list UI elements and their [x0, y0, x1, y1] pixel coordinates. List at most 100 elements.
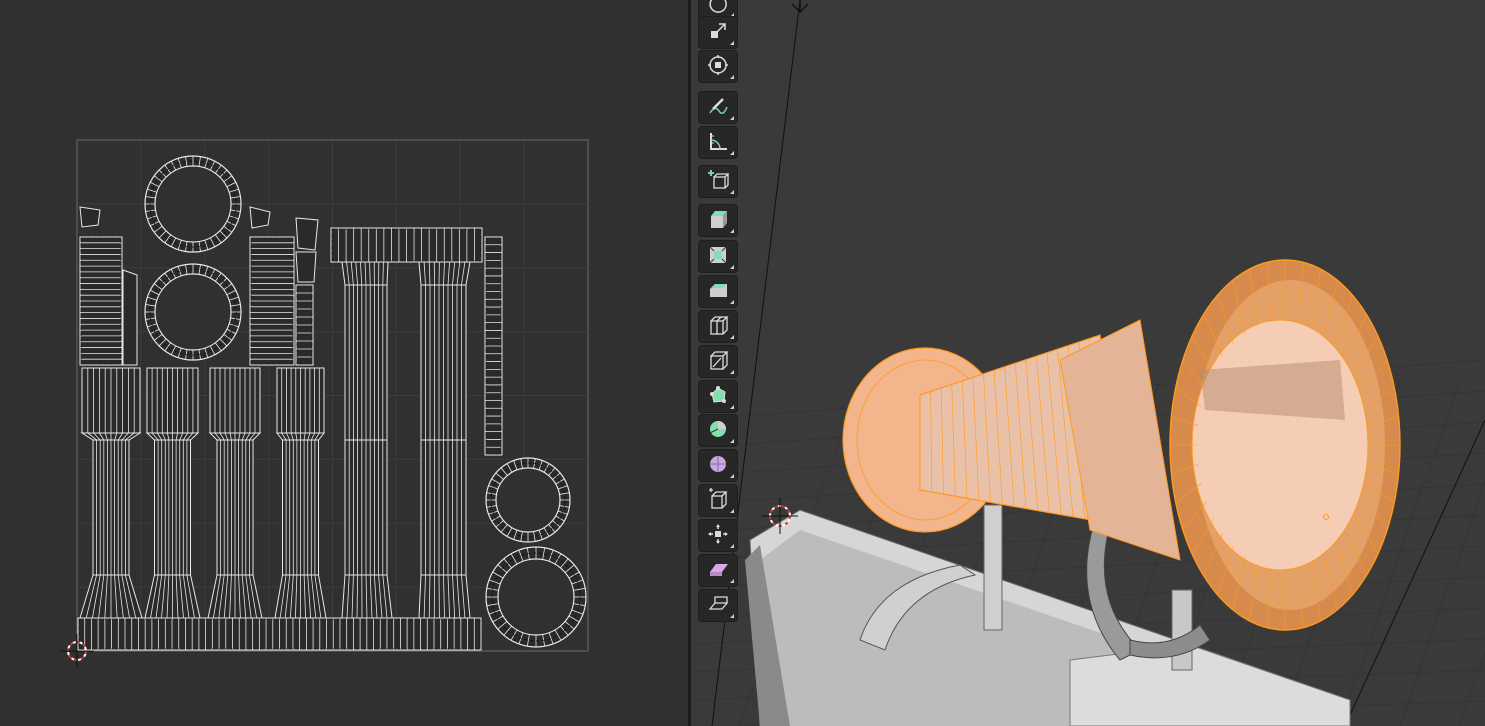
shrink-fatten-icon — [707, 523, 729, 549]
uv-island-cap — [295, 251, 317, 283]
uv-island-column — [146, 367, 199, 434]
transform-icon — [707, 54, 729, 80]
uv-island-strip-vertical — [249, 236, 295, 366]
uv-island-column — [420, 284, 467, 441]
rip-region-icon — [707, 593, 729, 619]
uv-island-column — [209, 367, 261, 434]
uv-island-fan — [207, 574, 263, 619]
uv-island-fan — [418, 574, 471, 619]
edge-slide-icon — [707, 487, 729, 514]
scale-icon — [707, 20, 729, 46]
uv-island-wedge — [122, 269, 138, 366]
uv-island-column — [216, 439, 254, 576]
uv-island-strip-vertical-right — [484, 236, 503, 456]
tool-options-corner — [730, 474, 734, 478]
viewport-canvas[interactable] — [691, 0, 1485, 726]
tool-scale-button[interactable] — [698, 16, 738, 49]
viewport-toolbar — [698, 0, 740, 726]
uv-island-column — [420, 439, 467, 576]
extrude-region-icon — [707, 208, 729, 234]
uv-island-ring-top — [144, 155, 242, 253]
tool-rip-region-button[interactable] — [698, 589, 738, 622]
spin-icon — [707, 418, 729, 444]
tool-options-corner — [730, 300, 734, 304]
uv-island-fan — [80, 432, 142, 441]
tool-add-cube-button[interactable] — [698, 165, 738, 198]
uv-ring-inner — [497, 558, 575, 636]
uv-island-column — [344, 439, 388, 576]
tool-smooth-button[interactable] — [698, 449, 738, 482]
uv-island-column — [92, 439, 130, 576]
uv-island-column — [276, 367, 325, 434]
smooth-icon — [707, 453, 729, 479]
gun-receiver — [1069, 644, 1351, 726]
tool-options-corner — [730, 509, 734, 513]
tool-options-corner — [730, 151, 734, 155]
shear-icon — [707, 558, 729, 584]
scope-eyepiece-inner — [1191, 319, 1369, 571]
tool-options-corner — [730, 75, 734, 79]
uv-island-fan — [145, 432, 200, 441]
uv-island-strip-vertical — [79, 236, 123, 366]
tool-shear-button[interactable] — [698, 554, 738, 587]
uv-island-cap — [249, 206, 271, 229]
uv-island-cap — [79, 206, 101, 228]
tool-poly-build-button[interactable] — [698, 380, 738, 413]
scope-inner-shadow — [1200, 360, 1345, 420]
scope-mount-rear — [1171, 589, 1193, 671]
tool-options-corner — [730, 265, 734, 269]
uv-island-fan — [275, 432, 326, 441]
tool-options-corner — [730, 614, 734, 618]
loop-cut-icon — [707, 314, 729, 340]
scope-mount-front — [983, 504, 1003, 631]
uv-island-fan — [79, 574, 143, 619]
tool-transform-button[interactable] — [698, 50, 738, 83]
inset-faces-icon — [707, 244, 729, 270]
tool-shrink-fatten-button[interactable] — [698, 519, 738, 552]
3d-viewport-panel[interactable] — [691, 0, 1485, 726]
uv-island-column — [154, 439, 191, 576]
uv-editor-panel[interactable] — [0, 0, 688, 726]
tool-knife-button[interactable] — [698, 345, 738, 378]
tool-options-corner — [730, 41, 734, 45]
uv-island-column — [81, 367, 141, 434]
tool-inset-faces-button[interactable] — [698, 240, 738, 273]
uv-island-fan — [341, 261, 389, 286]
rotate-icon — [707, 0, 729, 18]
uv-island-fan — [208, 432, 262, 441]
tool-options-corner — [730, 544, 734, 548]
uv-ring-inner — [154, 165, 232, 243]
tool-options-corner — [730, 116, 734, 120]
uv-island-ring-lower-top — [485, 457, 571, 543]
tool-extrude-region-button[interactable] — [698, 204, 738, 237]
uv-island-strip-horizontal-bottom — [77, 617, 482, 651]
uv-island-strip-vertical — [295, 284, 314, 366]
tool-loop-cut-button[interactable] — [698, 310, 738, 343]
uv-island-ring-lower-bottom — [485, 546, 587, 648]
tool-spin-button[interactable] — [698, 414, 738, 447]
tool-measure-button[interactable] — [698, 126, 738, 159]
uv-island-fan — [274, 574, 327, 619]
tool-options-corner — [730, 370, 734, 374]
add-cube-icon — [707, 169, 730, 195]
uv-island-column — [344, 284, 388, 441]
uv-island-fan — [144, 574, 201, 619]
tool-bevel-button[interactable] — [698, 275, 738, 308]
floor-grid-line — [1459, 652, 1485, 726]
light-object-icon — [791, 0, 809, 14]
scope-bell — [1059, 319, 1181, 561]
knife-icon — [707, 349, 729, 375]
annotate-icon — [707, 95, 729, 121]
uv-island-strip-horizontal-top — [330, 227, 483, 263]
uv-canvas[interactable] — [0, 0, 688, 726]
uv-island-column — [282, 439, 319, 576]
uv-island-ring-middle — [144, 263, 242, 361]
uv-ring-inner — [154, 273, 232, 351]
poly-build-icon — [707, 384, 729, 410]
tool-edge-slide-button[interactable] — [698, 484, 738, 517]
tool-options-corner — [730, 405, 734, 409]
measure-icon — [707, 130, 729, 156]
tool-annotate-button[interactable] — [698, 91, 738, 124]
uv-island-cap — [295, 217, 319, 251]
tool-options-corner — [730, 335, 734, 339]
